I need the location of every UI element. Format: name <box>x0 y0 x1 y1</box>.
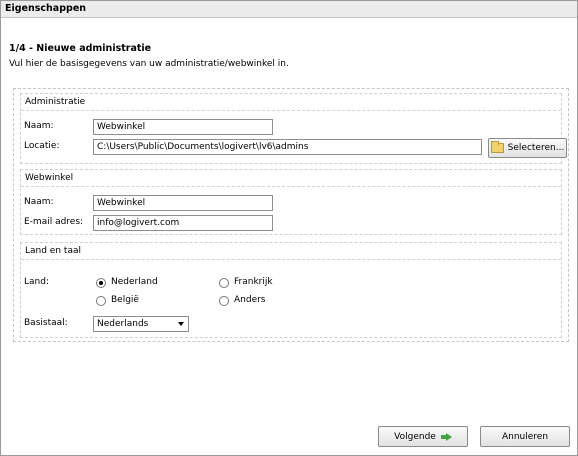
properties-window: Eigenschappen 1/4 - Nieuwe administratie… <box>0 0 578 456</box>
radio-label-frankrijk: Frankrijk <box>234 277 273 287</box>
title-bar: Eigenschappen <box>1 1 577 18</box>
next-button[interactable]: Volgende <box>378 426 468 447</box>
arrow-right-icon <box>440 432 452 441</box>
land-label: Land: <box>24 277 49 287</box>
admin-locatie-label: Locatie: <box>24 141 60 151</box>
admin-naam-label: Naam: <box>24 121 54 131</box>
shop-email-field[interactable]: info@logivert.com <box>93 215 273 231</box>
shop-naam-label: Naam: <box>24 197 54 207</box>
page-title: 1/4 - Nieuwe administratie <box>9 43 152 54</box>
radio-label-anders: Anders <box>234 295 266 305</box>
divider <box>21 186 561 187</box>
section-title-land-taal: Land en taal <box>25 246 81 256</box>
radio-frankrijk[interactable] <box>219 278 229 288</box>
radio-belgie[interactable] <box>96 296 106 306</box>
admin-naam-field[interactable]: Webwinkel <box>93 119 273 135</box>
select-location-button[interactable]: Selecteren... <box>488 138 567 158</box>
next-label: Volgende <box>394 431 436 442</box>
chevron-down-icon <box>178 322 184 326</box>
basistaal-label: Basistaal: <box>24 318 68 328</box>
basistaal-value: Nederlands <box>97 319 149 329</box>
section-title-administratie: Administratie <box>25 97 86 107</box>
window-title: Eigenschappen <box>5 3 87 14</box>
select-location-label: Selecteren... <box>507 143 565 153</box>
shop-email-label: E-mail adres: <box>24 217 84 227</box>
section-title-webwinkel: Webwinkel <box>25 173 74 183</box>
shop-naam-field[interactable]: Webwinkel <box>93 195 273 211</box>
section-administratie: Administratie Naam: Webwinkel Locatie: C… <box>20 93 567 164</box>
section-webwinkel: Webwinkel Naam: Webwinkel E-mail adres: … <box>20 169 562 235</box>
folder-icon <box>490 141 504 153</box>
cancel-label: Annuleren <box>501 431 549 442</box>
cancel-button[interactable]: Annuleren <box>480 426 570 447</box>
radio-anders[interactable] <box>219 296 229 306</box>
admin-locatie-field[interactable]: C:\Users\Public\Documents\logivert\lv6\a… <box>93 139 482 155</box>
page-description: Vul hier de basisgegevens van uw adminis… <box>9 59 289 69</box>
radio-label-belgie: België <box>111 295 139 305</box>
divider <box>21 259 561 260</box>
radio-nederland[interactable] <box>96 278 106 288</box>
divider <box>21 110 561 111</box>
form-panel: Administratie Naam: Webwinkel Locatie: C… <box>13 88 569 342</box>
radio-label-nederland: Nederland <box>111 277 158 287</box>
basistaal-select[interactable]: Nederlands <box>93 316 189 332</box>
section-land-en-taal: Land en taal Land: Nederland België Fran… <box>20 242 562 338</box>
